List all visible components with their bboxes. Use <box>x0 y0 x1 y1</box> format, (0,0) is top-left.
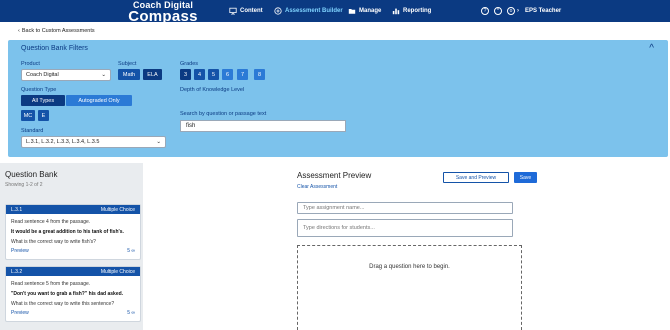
back-link-label: Back to Custom Assessments <box>21 28 95 34</box>
grades-label: Grades <box>180 61 199 67</box>
dok-label: Depth of Knowledge Level <box>180 87 245 93</box>
grade-3[interactable]: 3 <box>180 69 191 80</box>
search-label: Search by question or passage text <box>180 111 267 117</box>
question-points: 5 ∞ <box>127 310 135 316</box>
settings-icon[interactable]: * <box>494 7 502 15</box>
question-line1: Read sentence 4 from the passage. <box>11 219 91 225</box>
nav-reporting-label: Reporting <box>403 8 432 14</box>
nav-content[interactable]: Content <box>229 0 263 22</box>
question-type: Multiple Choice <box>100 206 135 213</box>
user-menu[interactable]: › EPS Teacher <box>517 0 561 22</box>
question-card-header: L.3.1 Multiple Choice <box>6 205 140 214</box>
question-type: Multiple Choice <box>100 268 135 275</box>
drop-zone-message: Drag a question here to begin. <box>369 264 450 270</box>
bar-chart-icon <box>392 8 400 15</box>
nav-manage-label: Manage <box>359 8 382 14</box>
type-all[interactable]: All Types <box>21 95 65 106</box>
grade-6[interactable]: 6 <box>222 69 233 80</box>
directions-input[interactable]: Type directions for students... <box>297 219 513 237</box>
type-mc[interactable]: MC <box>21 110 35 121</box>
top-navigation: Coach Digital Compass Content Assessment… <box>0 0 670 25</box>
user-icon[interactable]: o <box>507 7 515 15</box>
question-card-header: L.3.2 Multiple Choice <box>6 267 140 276</box>
chevron-down-icon: ⌄ <box>156 139 161 145</box>
question-bank-count: Showing 1-2 of 2 <box>5 182 43 188</box>
question-quote: It would be a great addition to his tank… <box>11 229 124 235</box>
type-e[interactable]: E <box>38 110 49 121</box>
link-icon: ∞ <box>131 248 135 254</box>
question-points: 5 ∞ <box>127 248 135 254</box>
question-bank-filters: Question Bank Filters ^ Product Coach Di… <box>8 40 668 157</box>
standard-value: L.3.1, L.3.2, L.3.3, L.3.4, L.3.5 <box>26 139 100 145</box>
product-value: Coach Digital <box>26 72 59 78</box>
user-name: EPS Teacher <box>525 8 562 14</box>
question-drop-zone[interactable]: Drag a question here to begin. <box>297 245 522 330</box>
subject-label: Subject <box>118 61 137 67</box>
question-card[interactable]: L.3.1 Multiple Choice Read sentence 4 fr… <box>5 204 141 260</box>
question-line2: What is the correct way to write this se… <box>11 301 115 307</box>
nav-content-label: Content <box>240 8 263 14</box>
monitor-icon <box>229 7 237 15</box>
question-line1: Read sentence 5 from the passage. <box>11 281 91 287</box>
back-link[interactable]: ‹ Back to Custom Assessments <box>18 28 95 34</box>
assignment-name-input[interactable]: Type assignment name... <box>297 202 513 214</box>
standard-label: Standard <box>21 128 44 134</box>
grade-5[interactable]: 5 <box>208 69 219 80</box>
folder-icon <box>348 9 356 14</box>
product-label: Product <box>21 61 40 67</box>
chevron-left-icon: ‹ <box>18 28 20 34</box>
plus-circle-icon <box>274 7 282 15</box>
grade-8[interactable]: 8 <box>254 69 265 80</box>
nav-utility-icons: ? * o <box>481 0 515 22</box>
subject-ela[interactable]: ELA <box>143 69 162 80</box>
question-type-label: Question Type <box>21 87 57 93</box>
preview-link[interactable]: Preview <box>11 310 29 316</box>
nav-manage[interactable]: Manage <box>348 0 381 22</box>
question-standard: L.3.2 <box>11 268 23 275</box>
filters-title: Question Bank Filters <box>21 45 88 52</box>
question-line2: What is the correct way to write fish's? <box>11 239 96 245</box>
grade-7[interactable]: 7 <box>237 69 248 80</box>
save-button[interactable]: Save <box>514 172 537 183</box>
search-input[interactable]: fish <box>180 120 346 132</box>
points-value: 5 <box>127 310 131 316</box>
help-icon[interactable]: ? <box>481 7 489 15</box>
chevron-right-icon: › <box>517 8 519 14</box>
link-icon: ∞ <box>131 310 135 316</box>
collapse-icon[interactable]: ^ <box>649 43 654 54</box>
save-and-preview-button[interactable]: Save and Preview <box>443 172 509 183</box>
nav-assessment-builder[interactable]: Assessment Builder <box>274 0 343 22</box>
question-bank-title: Question Bank <box>5 170 58 179</box>
points-value: 5 <box>127 248 131 254</box>
type-autograded[interactable]: Autograded Only <box>66 95 132 106</box>
assessment-preview-title: Assessment Preview <box>297 171 372 180</box>
question-standard: L.3.1 <box>11 206 23 213</box>
standard-select[interactable]: L.3.1, L.3.2, L.3.3, L.3.4, L.3.5 ⌄ <box>21 136 166 148</box>
subject-math[interactable]: Math <box>118 69 140 80</box>
clear-assessment-link[interactable]: Clear Assessment <box>297 184 337 190</box>
logo-bottom-text: Compass <box>128 8 198 25</box>
nav-assessment-builder-label: Assessment Builder <box>285 8 343 14</box>
nav-reporting[interactable]: Reporting <box>392 0 431 22</box>
question-card[interactable]: L.3.2 Multiple Choice Read sentence 5 fr… <box>5 266 141 322</box>
grade-4[interactable]: 4 <box>194 69 205 80</box>
question-quote: "Don't you want to grab a fish?" his dad… <box>11 291 124 297</box>
logo[interactable]: Coach Digital Compass <box>118 1 208 25</box>
preview-link[interactable]: Preview <box>11 248 29 254</box>
chevron-down-icon: ⌄ <box>101 72 106 78</box>
question-bank: Question Bank Showing 1-2 of 2 L.3.1 Mul… <box>0 163 143 330</box>
product-select[interactable]: Coach Digital ⌄ <box>21 69 111 81</box>
